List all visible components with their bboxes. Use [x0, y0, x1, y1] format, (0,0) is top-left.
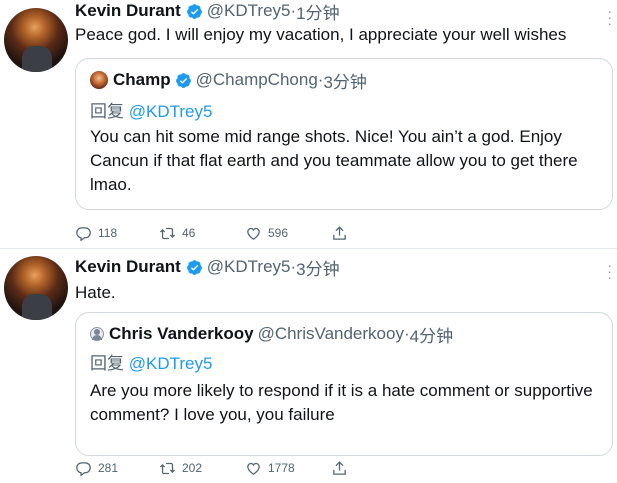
quote-text: You can hit some mid range shots. Nice! … — [90, 127, 578, 194]
divider — [0, 248, 617, 249]
reply-icon — [76, 226, 91, 241]
reply-prefix: 回复 — [90, 102, 124, 121]
reply-count: 118 — [98, 226, 118, 240]
reply-button[interactable]: 281 — [75, 458, 118, 478]
heart-icon — [247, 227, 260, 240]
tweet-text: Hate. — [75, 283, 116, 302]
quote-author-handle: @ChrisVanderkooy — [257, 324, 404, 343]
share-icon — [333, 460, 346, 475]
avatar[interactable] — [4, 256, 68, 320]
retweet-button[interactable]: 202 — [159, 458, 202, 478]
reply-prefix: 回复 — [90, 354, 124, 373]
reply-target-link[interactable]: @KDTrey5 — [129, 102, 213, 121]
tweet-actions: 281 202 1778 — [75, 458, 355, 478]
retweet-count: 46 — [182, 226, 196, 240]
retweet-icon — [159, 462, 176, 474]
author-name[interactable]: Kevin Durant — [75, 1, 181, 21]
quote-author-name: Champ — [113, 70, 171, 89]
avatar[interactable] — [4, 8, 68, 72]
quote-text: Are you more likely to respond if it is … — [90, 381, 593, 424]
tweet-actions: 118 46 596 — [75, 223, 355, 243]
quote-header: Champ @ChampChong · 3分钟 — [90, 69, 367, 92]
like-count: 1778 — [268, 461, 295, 475]
tweet[interactable]: Kevin Durant @KDTrey5 · 3分钟 · · · Hate. Ch… — [0, 250, 617, 483]
reply-target-link[interactable]: @KDTrey5 — [129, 354, 213, 373]
retweet-icon — [159, 227, 176, 239]
timestamp[interactable]: 3分钟 — [296, 255, 339, 280]
verified-badge-icon — [186, 259, 202, 275]
heart-icon — [247, 462, 260, 475]
like-button[interactable]: 596 — [245, 223, 288, 243]
quote-header: Chris Vanderkooy @ChrisVanderkooy · 4分钟 — [90, 323, 454, 346]
reply-icon — [76, 461, 91, 476]
quote-timestamp: 4分钟 — [409, 326, 454, 346]
tweet-text: Peace god. I will enjoy my vacation, I a… — [75, 25, 567, 44]
reply-context: 回复 @KDTrey5 — [90, 349, 212, 374]
quote-author-handle: @ChampChong — [195, 70, 318, 89]
author-handle[interactable]: @KDTrey5 — [207, 1, 291, 21]
tweet-header: Kevin Durant @KDTrey5 · 3分钟 — [75, 255, 340, 280]
quote-timestamp: 3分钟 — [323, 72, 367, 92]
quoted-tweet[interactable]: Champ @ChampChong · 3分钟 回复 @KDTrey5 You … — [75, 58, 613, 210]
quoted-tweet[interactable]: Chris Vanderkooy @ChrisVanderkooy · 4分钟 … — [75, 312, 613, 456]
tweet[interactable]: Kevin Durant @KDTrey5 · 1分钟 · · · Peace go… — [0, 0, 617, 248]
more-icon[interactable]: · · · — [607, 258, 613, 284]
tweet-header: Kevin Durant @KDTrey5 · 1分钟 — [75, 0, 340, 24]
retweet-button[interactable]: 46 — [159, 223, 195, 243]
more-icon[interactable]: · · · — [607, 4, 613, 30]
share-button[interactable] — [331, 458, 354, 478]
like-button[interactable]: 1778 — [245, 458, 295, 478]
reply-count: 281 — [98, 461, 119, 475]
share-icon — [333, 225, 346, 240]
timestamp[interactable]: 1分钟 — [296, 0, 339, 24]
avatar — [90, 71, 108, 89]
reply-context: 回复 @KDTrey5 — [90, 97, 212, 122]
retweet-count: 202 — [182, 461, 203, 475]
author-handle[interactable]: @KDTrey5 — [207, 257, 291, 277]
share-button[interactable] — [331, 223, 354, 243]
like-count: 596 — [268, 226, 289, 240]
quote-author-name: Chris Vanderkooy — [109, 324, 254, 343]
reply-button[interactable]: 118 — [75, 223, 117, 243]
verified-badge-icon — [175, 72, 191, 88]
default-avatar-icon — [90, 327, 104, 341]
verified-badge-icon — [186, 3, 202, 19]
author-name[interactable]: Kevin Durant — [75, 257, 181, 277]
